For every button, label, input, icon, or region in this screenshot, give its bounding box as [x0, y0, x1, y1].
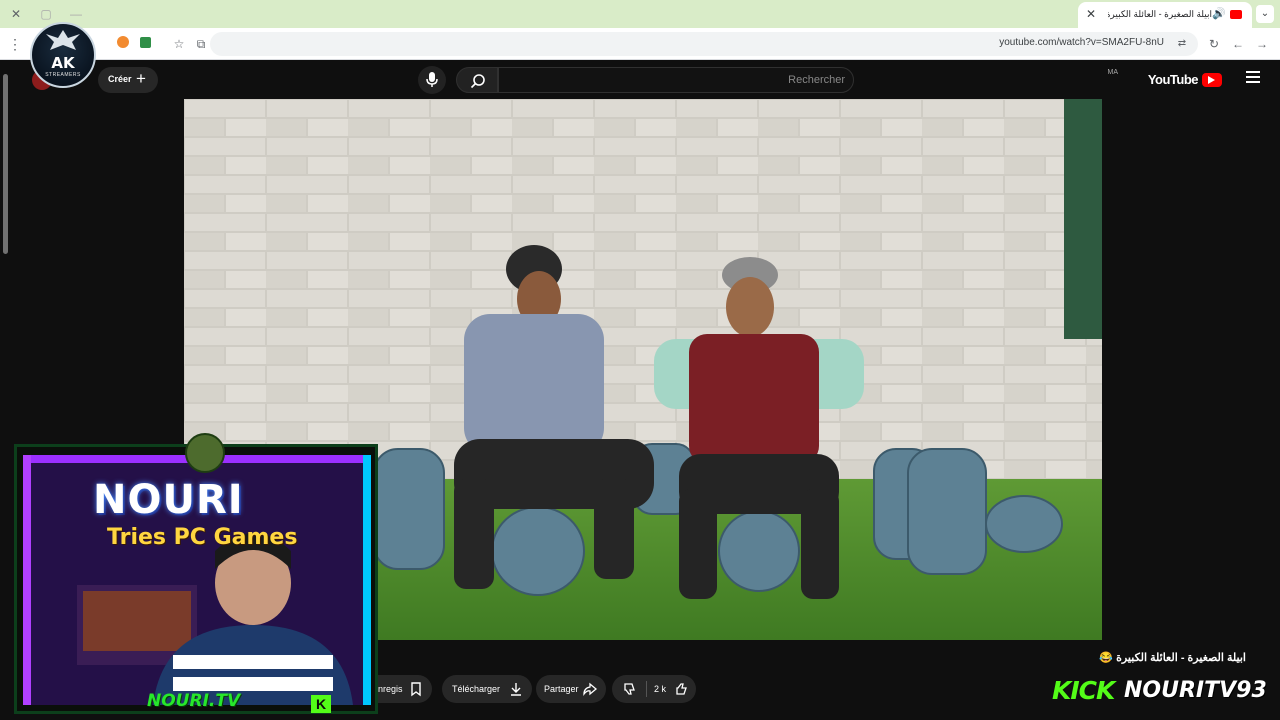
video-actions: Enregis Télécharger Partager 2 k	[360, 675, 700, 703]
browser-toolbar: ⋮ ☆ ⧉ youtube.com/watch?v=SMA2FU-8nU ⇄ ↻…	[0, 28, 1280, 60]
youtube-favicon-icon	[1230, 10, 1242, 19]
bookmark-icon	[411, 682, 421, 697]
browser-tab-strip: ✕ ▢ — + 🔊 ابيلة الصغيرة - العائلة الكبير…	[0, 0, 1280, 28]
tab-search-icon[interactable]: ⌄	[1256, 5, 1274, 23]
audio-playing-icon[interactable]: 🔊	[1212, 7, 1226, 20]
download-label: Télécharger	[452, 684, 501, 694]
cam-brand: NOURI.TV	[147, 691, 241, 711]
kick-k-icon: K	[311, 695, 331, 713]
create-label: Créer	[108, 74, 132, 84]
kick-channel-name: NOURITV93	[1124, 678, 1267, 703]
share-icon	[583, 682, 598, 696]
browser-tab[interactable]: 🔊 ابيلة الصغيرة - العائلة الكبيرة (309) …	[1078, 2, 1252, 28]
plus-icon: +	[136, 69, 146, 88]
like-icon[interactable]	[674, 681, 690, 697]
reload-icon[interactable]: ↻	[1205, 35, 1223, 53]
youtube-logo[interactable]: YouTube MA	[1108, 69, 1222, 89]
download-icon	[511, 683, 521, 696]
share-page-icon[interactable]: ⧉	[192, 35, 210, 53]
green-net	[1064, 99, 1102, 339]
extension-icon[interactable]	[114, 35, 132, 53]
like-count: 2 k	[654, 684, 667, 694]
minimize-window-icon[interactable]: —	[68, 6, 84, 22]
close-window-icon[interactable]: ✕	[8, 6, 24, 22]
tab-title: ابيلة الصغيرة - العائلة الكبيرة (309)	[1108, 9, 1212, 19]
divider	[646, 681, 647, 697]
tab-close-icon[interactable]: ✕	[1086, 7, 1096, 21]
extension-green-icon[interactable]	[136, 35, 154, 53]
dislike-icon[interactable]	[622, 681, 638, 697]
youtube-header: Créer + YouTube MA	[10, 61, 1280, 99]
video-title: ابيلة الصغيرة - العائلة الكبيرة 😂	[1099, 652, 1246, 664]
screen: ✕ ▢ — + 🔊 ابيلة الصغيرة - العائلة الكبير…	[0, 0, 1280, 720]
maximize-window-icon[interactable]: ▢	[38, 6, 54, 22]
search-button[interactable]	[456, 67, 498, 93]
voice-search-button[interactable]	[418, 66, 446, 94]
scrollbar-thumb[interactable]	[3, 74, 8, 254]
bookmark-star-icon[interactable]: ☆	[170, 35, 188, 53]
kick-logo: KICK	[1052, 676, 1115, 705]
site-settings-icon[interactable]: ⇄	[1174, 36, 1190, 52]
back-icon[interactable]: →	[1253, 35, 1271, 53]
hamburger-menu-icon[interactable]	[1246, 71, 1260, 83]
cam-subtitle: Tries PC Games	[107, 525, 298, 550]
mic-icon	[426, 72, 438, 87]
like-dislike-group: 2 k	[612, 675, 696, 703]
ak-streamers-logo: AK STREAMERS	[30, 22, 96, 88]
create-button[interactable]: Créer +	[98, 67, 158, 93]
page-scrollbar[interactable]	[2, 70, 8, 720]
ak-subtitle: STREAMERS	[45, 72, 81, 78]
brick-wall	[184, 99, 1102, 499]
ak-title: AK	[51, 54, 75, 72]
kebab-menu-icon[interactable]: ⋮	[6, 35, 24, 53]
search-input[interactable]	[515, 68, 845, 92]
youtube-logo-text: YouTube	[1147, 72, 1199, 87]
webcam-overlay: NOURI Tries PC Games NOURI.TV K	[14, 433, 378, 714]
phoenix-icon	[46, 30, 80, 50]
share-button[interactable]: Partager	[536, 675, 606, 703]
country-code: MA	[1107, 69, 1119, 76]
streamer-avatar	[185, 433, 225, 473]
search-box	[498, 67, 854, 93]
search-icon	[470, 74, 485, 89]
cam-title: NOURI	[93, 477, 244, 523]
forward-icon[interactable]: ←	[1229, 35, 1247, 53]
webcam-feed: NOURI Tries PC Games	[23, 455, 371, 705]
address-bar[interactable]: youtube.com/watch?v=SMA2FU-8nU ⇄	[210, 32, 1198, 56]
download-button[interactable]: Télécharger	[442, 675, 532, 703]
youtube-play-icon	[1202, 73, 1222, 87]
share-label: Partager	[544, 684, 579, 694]
url-text: youtube.com/watch?v=SMA2FU-8nU	[999, 37, 1164, 48]
